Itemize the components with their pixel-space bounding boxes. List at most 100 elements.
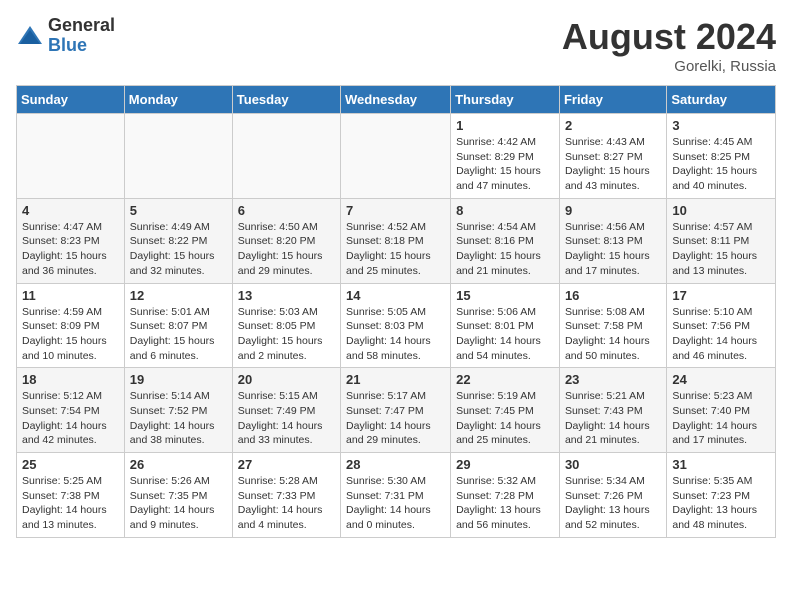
calendar-table: SundayMondayTuesdayWednesdayThursdayFrid… — [16, 85, 776, 538]
weekday-header-monday: Monday — [124, 86, 232, 114]
calendar-cell: 20 Sunrise: 5:15 AM Sunset: 7:49 PM Dayli… — [232, 368, 340, 453]
logo-icon — [16, 22, 44, 50]
calendar-cell: 2 Sunrise: 4:43 AM Sunset: 8:27 PM Daylig… — [559, 114, 666, 199]
day-info: Sunrise: 4:43 AM Sunset: 8:27 PM Dayligh… — [565, 135, 661, 194]
day-info: Sunrise: 4:42 AM Sunset: 8:29 PM Dayligh… — [456, 135, 554, 194]
day-info: Sunrise: 5:25 AM Sunset: 7:38 PM Dayligh… — [22, 474, 119, 533]
day-info: Sunrise: 5:06 AM Sunset: 8:01 PM Dayligh… — [456, 305, 554, 364]
day-number: 18 — [22, 372, 119, 387]
day-info: Sunrise: 4:56 AM Sunset: 8:13 PM Dayligh… — [565, 220, 661, 279]
day-number: 27 — [238, 457, 335, 472]
day-info: Sunrise: 5:35 AM Sunset: 7:23 PM Dayligh… — [672, 474, 770, 533]
weekday-header-row: SundayMondayTuesdayWednesdayThursdayFrid… — [17, 86, 776, 114]
day-number: 26 — [130, 457, 227, 472]
day-number: 5 — [130, 203, 227, 218]
weekday-header-wednesday: Wednesday — [341, 86, 451, 114]
week-row-4: 18 Sunrise: 5:12 AM Sunset: 7:54 PM Dayli… — [17, 368, 776, 453]
week-row-5: 25 Sunrise: 5:25 AM Sunset: 7:38 PM Dayli… — [17, 453, 776, 538]
day-info: Sunrise: 5:15 AM Sunset: 7:49 PM Dayligh… — [238, 389, 335, 448]
day-info: Sunrise: 5:28 AM Sunset: 7:33 PM Dayligh… — [238, 474, 335, 533]
day-number: 20 — [238, 372, 335, 387]
page-header: General Blue August 2024 Gorelki, Russia — [16, 16, 776, 75]
day-info: Sunrise: 4:54 AM Sunset: 8:16 PM Dayligh… — [456, 220, 554, 279]
day-info: Sunrise: 4:47 AM Sunset: 8:23 PM Dayligh… — [22, 220, 119, 279]
day-number: 29 — [456, 457, 554, 472]
calendar-cell: 25 Sunrise: 5:25 AM Sunset: 7:38 PM Dayli… — [17, 453, 125, 538]
logo-blue-text: Blue — [48, 36, 115, 56]
calendar-cell: 14 Sunrise: 5:05 AM Sunset: 8:03 PM Dayli… — [341, 283, 451, 368]
day-number: 14 — [346, 288, 445, 303]
day-number: 24 — [672, 372, 770, 387]
day-info: Sunrise: 4:45 AM Sunset: 8:25 PM Dayligh… — [672, 135, 770, 194]
calendar-cell: 16 Sunrise: 5:08 AM Sunset: 7:58 PM Dayli… — [559, 283, 666, 368]
day-number: 7 — [346, 203, 445, 218]
calendar-cell — [232, 114, 340, 199]
day-number: 4 — [22, 203, 119, 218]
calendar-cell: 4 Sunrise: 4:47 AM Sunset: 8:23 PM Daylig… — [17, 198, 125, 283]
week-row-3: 11 Sunrise: 4:59 AM Sunset: 8:09 PM Dayli… — [17, 283, 776, 368]
title-block: August 2024 Gorelki, Russia — [562, 16, 776, 75]
calendar-cell: 31Sunrise: 5:35 AM Sunset: 7:23 PM Dayli… — [667, 453, 776, 538]
weekday-header-friday: Friday — [559, 86, 666, 114]
calendar-cell: 17Sunrise: 5:10 AM Sunset: 7:56 PM Dayli… — [667, 283, 776, 368]
calendar-cell: 1 Sunrise: 4:42 AM Sunset: 8:29 PM Daylig… — [451, 114, 560, 199]
day-info: Sunrise: 4:59 AM Sunset: 8:09 PM Dayligh… — [22, 305, 119, 364]
month-year: August 2024 — [562, 16, 776, 58]
day-number: 25 — [22, 457, 119, 472]
calendar-cell — [341, 114, 451, 199]
day-info: Sunrise: 5:14 AM Sunset: 7:52 PM Dayligh… — [130, 389, 227, 448]
day-number: 23 — [565, 372, 661, 387]
calendar-cell: 10 Sunrise: 4:57 AM Sunset: 8:11 PM Dayli… — [667, 198, 776, 283]
calendar-cell: 6 Sunrise: 4:50 AM Sunset: 8:20 PM Daylig… — [232, 198, 340, 283]
location: Gorelki, Russia — [562, 58, 776, 75]
day-number: 11 — [22, 288, 119, 303]
calendar-cell: 3 Sunrise: 4:45 AM Sunset: 8:25 PM Daylig… — [667, 114, 776, 199]
calendar-cell: 8Sunrise: 4:54 AM Sunset: 8:16 PM Daylig… — [451, 198, 560, 283]
day-info: Sunrise: 5:05 AM Sunset: 8:03 PM Dayligh… — [346, 305, 445, 364]
logo: General Blue — [16, 16, 115, 56]
calendar-cell: 18 Sunrise: 5:12 AM Sunset: 7:54 PM Dayli… — [17, 368, 125, 453]
logo-general-text: General — [48, 16, 115, 36]
day-number: 22 — [456, 372, 554, 387]
weekday-header-saturday: Saturday — [667, 86, 776, 114]
day-info: Sunrise: 5:34 AM Sunset: 7:26 PM Dayligh… — [565, 474, 661, 533]
day-number: 30 — [565, 457, 661, 472]
calendar-cell: 15 Sunrise: 5:06 AM Sunset: 8:01 PM Dayli… — [451, 283, 560, 368]
day-number: 21 — [346, 372, 445, 387]
day-info: Sunrise: 5:26 AM Sunset: 7:35 PM Dayligh… — [130, 474, 227, 533]
day-number: 1 — [456, 118, 554, 133]
day-number: 3 — [672, 118, 770, 133]
day-info: Sunrise: 5:19 AM Sunset: 7:45 PM Dayligh… — [456, 389, 554, 448]
day-info: Sunrise: 5:03 AM Sunset: 8:05 PM Dayligh… — [238, 305, 335, 364]
day-info: Sunrise: 5:17 AM Sunset: 7:47 PM Dayligh… — [346, 389, 445, 448]
day-info: Sunrise: 4:57 AM Sunset: 8:11 PM Dayligh… — [672, 220, 770, 279]
calendar-cell: 12Sunrise: 5:01 AM Sunset: 8:07 PM Dayli… — [124, 283, 232, 368]
weekday-header-sunday: Sunday — [17, 86, 125, 114]
day-number: 6 — [238, 203, 335, 218]
day-info: Sunrise: 5:21 AM Sunset: 7:43 PM Dayligh… — [565, 389, 661, 448]
calendar-cell — [17, 114, 125, 199]
day-number: 2 — [565, 118, 661, 133]
calendar-cell: 30 Sunrise: 5:34 AM Sunset: 7:26 PM Dayli… — [559, 453, 666, 538]
day-number: 13 — [238, 288, 335, 303]
day-info: Sunrise: 5:08 AM Sunset: 7:58 PM Dayligh… — [565, 305, 661, 364]
calendar-cell: 21 Sunrise: 5:17 AM Sunset: 7:47 PM Dayli… — [341, 368, 451, 453]
day-number: 15 — [456, 288, 554, 303]
calendar-cell: 24 Sunrise: 5:23 AM Sunset: 7:40 PM Dayli… — [667, 368, 776, 453]
calendar-cell: 27 Sunrise: 5:28 AM Sunset: 7:33 PM Dayli… — [232, 453, 340, 538]
weekday-header-thursday: Thursday — [451, 86, 560, 114]
day-number: 19 — [130, 372, 227, 387]
day-number: 12 — [130, 288, 227, 303]
calendar-cell: 26 Sunrise: 5:26 AM Sunset: 7:35 PM Dayli… — [124, 453, 232, 538]
day-info: Sunrise: 5:23 AM Sunset: 7:40 PM Dayligh… — [672, 389, 770, 448]
day-info: Sunrise: 4:50 AM Sunset: 8:20 PM Dayligh… — [238, 220, 335, 279]
day-number: 9 — [565, 203, 661, 218]
calendar-cell: 9 Sunrise: 4:56 AM Sunset: 8:13 PM Daylig… — [559, 198, 666, 283]
calendar-cell: 7Sunrise: 4:52 AM Sunset: 8:18 PM Daylig… — [341, 198, 451, 283]
day-info: Sunrise: 4:49 AM Sunset: 8:22 PM Dayligh… — [130, 220, 227, 279]
calendar-cell: 29Sunrise: 5:32 AM Sunset: 7:28 PM Dayli… — [451, 453, 560, 538]
day-info: Sunrise: 5:12 AM Sunset: 7:54 PM Dayligh… — [22, 389, 119, 448]
day-number: 16 — [565, 288, 661, 303]
day-info: Sunrise: 5:30 AM Sunset: 7:31 PM Dayligh… — [346, 474, 445, 533]
day-number: 10 — [672, 203, 770, 218]
